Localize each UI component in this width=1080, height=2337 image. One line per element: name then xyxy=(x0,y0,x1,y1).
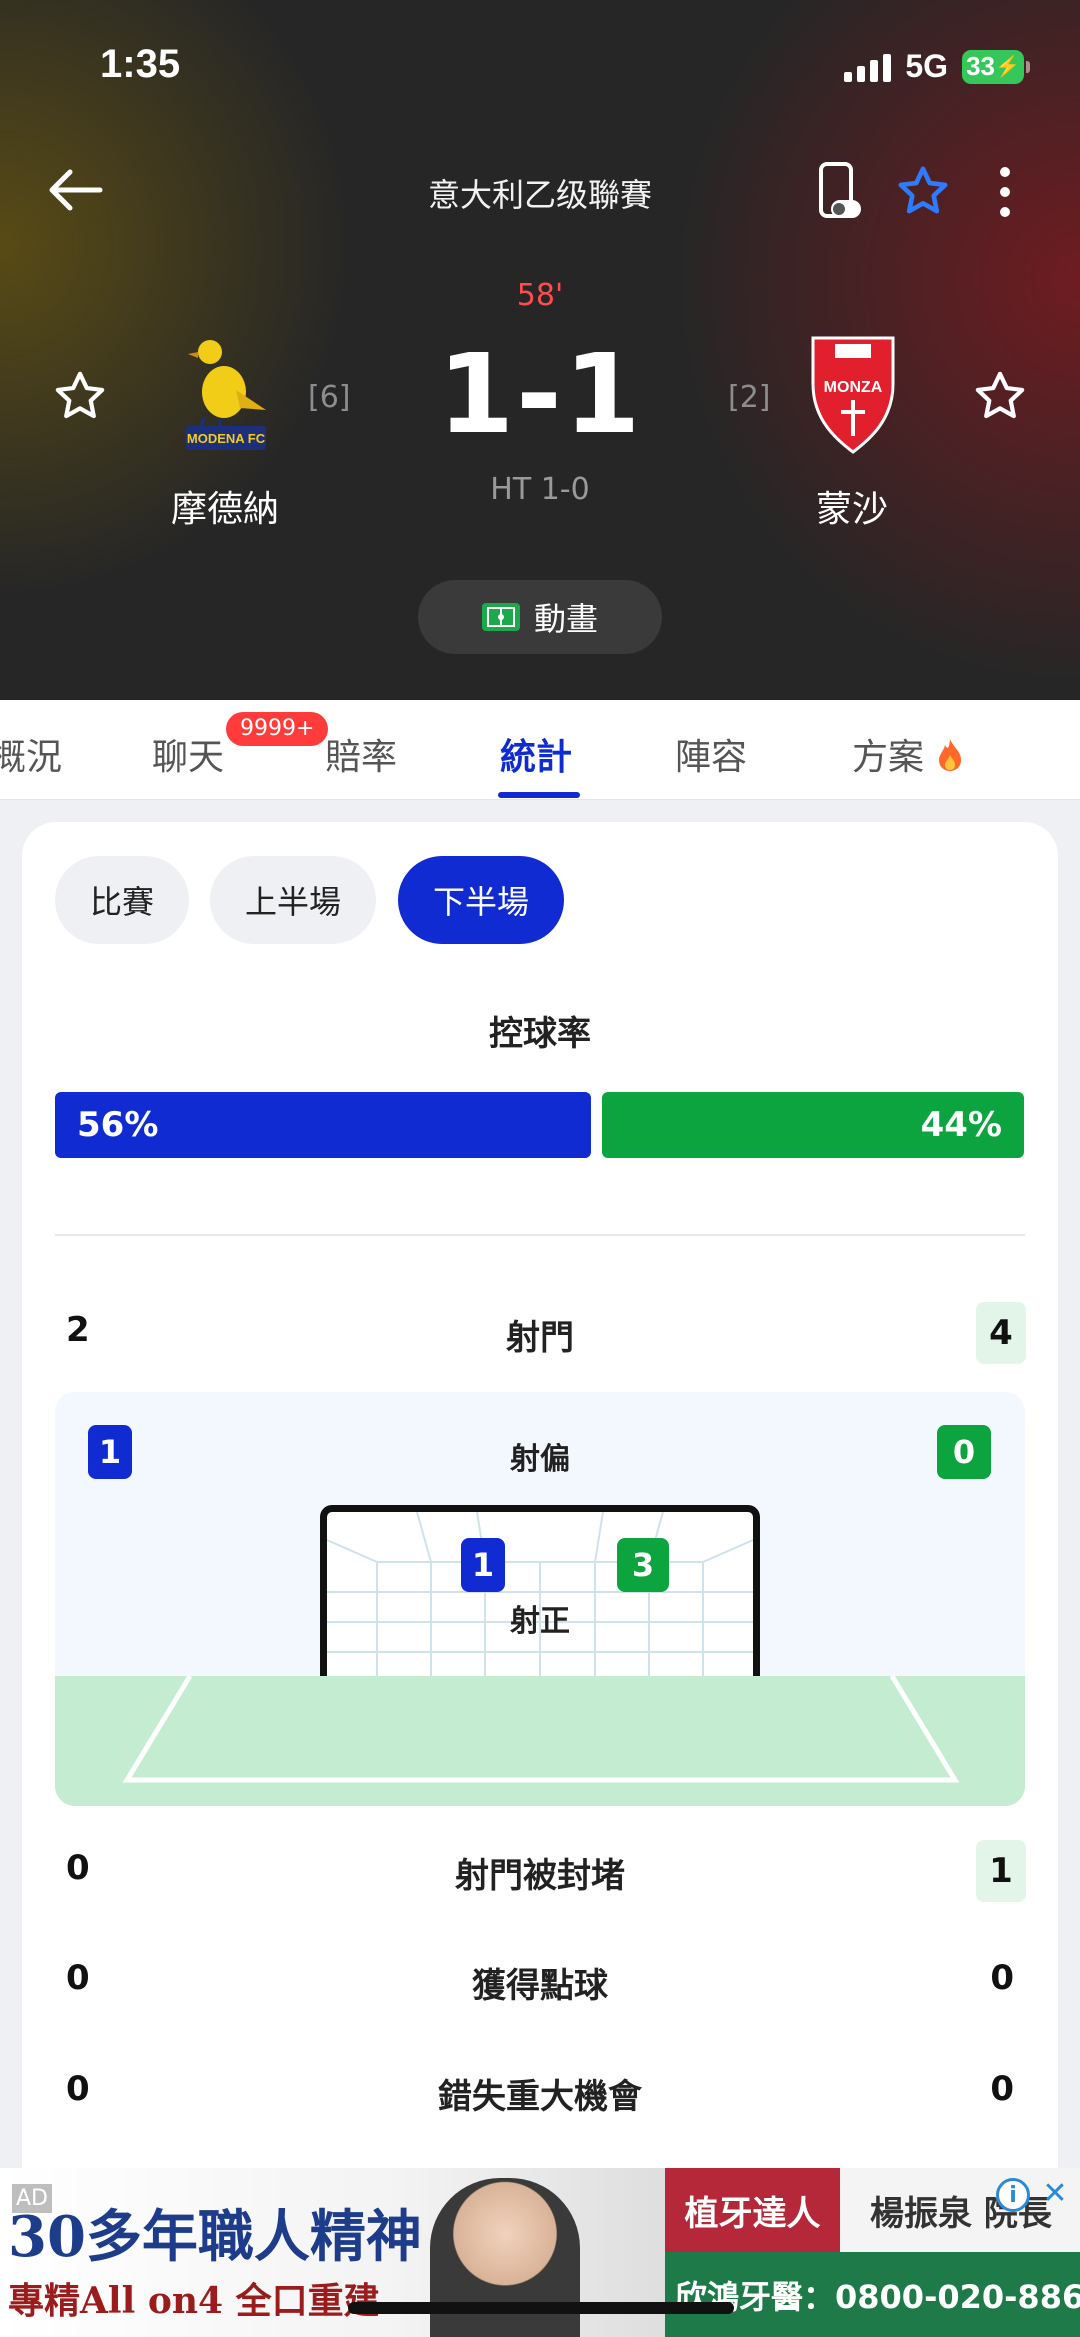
home-indicator[interactable] xyxy=(348,2302,734,2314)
fire-icon xyxy=(939,739,962,771)
star-icon xyxy=(55,371,105,419)
tab-tips-label: 方案 xyxy=(852,737,925,778)
status-time: 1:35 xyxy=(100,42,181,86)
shots-label: 射門 xyxy=(506,1318,574,1358)
favorite-match-button[interactable] xyxy=(895,163,951,219)
off-target-label: 射偏 xyxy=(510,1442,570,1477)
period-first-half[interactable]: 上半場 xyxy=(210,856,376,944)
tab-chat[interactable]: 聊天 xyxy=(152,728,224,780)
star-icon xyxy=(898,166,948,214)
favorite-away-team-button[interactable] xyxy=(972,368,1028,424)
penalties-label: 獲得點球 xyxy=(472,1966,608,2006)
ad-subline: 專精All on4 全口重建 xyxy=(8,2280,380,2322)
tab-odds[interactable]: 賠率 xyxy=(325,728,397,780)
on-target-label: 射正 xyxy=(510,1604,570,1639)
chat-count-badge: 9999+ xyxy=(226,712,329,746)
away-possession-bar: 44% xyxy=(602,1092,1024,1158)
animation-label: 動畫 xyxy=(533,600,598,638)
signal-icon xyxy=(844,52,892,82)
ad-tag: AD xyxy=(12,2184,52,2213)
off-target-away-value: 0 xyxy=(937,1425,991,1479)
more-options-button[interactable] xyxy=(990,160,1020,224)
away-team-rank: [2] xyxy=(728,380,771,415)
possession-title: 控球率 xyxy=(489,1014,591,1054)
stats-card: 比賽 上半場 下半場 控球率 56% 44% 2 射門 4 1 射偏 0 1 3… xyxy=(22,822,1058,2202)
home-team-logo[interactable]: MODENA FC xyxy=(180,330,272,458)
big-chances-label: 錯失重大機會 xyxy=(438,2077,642,2117)
home-logo-text: MODENA FC xyxy=(187,431,266,446)
ad-info-icon[interactable]: i xyxy=(996,2178,1030,2212)
shot-map: 1 射偏 0 1 3 射正 xyxy=(55,1392,1025,1806)
phone-icon xyxy=(819,162,861,218)
on-target-away-value: 3 xyxy=(617,1538,669,1592)
favorite-home-team-button[interactable] xyxy=(52,368,108,424)
more-vertical-icon xyxy=(1000,167,1010,217)
animation-button[interactable]: 動畫 xyxy=(418,580,662,654)
blocked-away-value: 1 xyxy=(976,1840,1026,1902)
status-indicators: 5G 33 ⚡ xyxy=(844,48,1030,85)
star-icon xyxy=(975,371,1025,419)
home-team-rank: [6] xyxy=(308,380,351,415)
period-full-match[interactable]: 比賽 xyxy=(55,856,189,944)
divider xyxy=(55,1234,1025,1236)
match-tabs: 概況 聊天 9999+ 賠率 統計 陣容 方案 xyxy=(0,700,1080,800)
away-logo-text: MONZA xyxy=(824,379,883,396)
battery-level: 33 xyxy=(966,51,995,81)
ad-close-icon[interactable]: ✕ xyxy=(1038,2176,1072,2211)
tab-stats[interactable]: 統計 xyxy=(500,728,572,780)
tab-tips[interactable]: 方案 xyxy=(852,728,965,780)
away-team-name[interactable]: 蒙沙 xyxy=(742,480,962,532)
goal-frame xyxy=(320,1505,760,1676)
penalties-away-value: 0 xyxy=(990,1958,1014,1998)
on-target-home-value: 1 xyxy=(461,1538,505,1592)
shield-crest-icon: MONZA xyxy=(811,336,895,454)
ad-label-implant: 植牙達人 xyxy=(665,2168,840,2252)
match-minute: 58' xyxy=(516,278,564,313)
blocked-label: 射門被封堵 xyxy=(455,1856,625,1896)
big-chances-away-value: 0 xyxy=(990,2069,1014,2109)
away-team-logo[interactable]: MONZA xyxy=(805,328,901,456)
tab-lineup[interactable]: 陣容 xyxy=(675,728,747,780)
match-header: 1:35 5G 33 ⚡ 意大利乙级聯賽 58' 1-1 HT 1-0 MODE… xyxy=(0,0,1080,700)
tab-overview[interactable]: 概況 xyxy=(0,728,62,780)
home-team-name[interactable]: 摩德納 xyxy=(110,480,340,532)
ad-phone: 欣鴻牙醫：0800-020-886 xyxy=(665,2252,1080,2337)
network-type: 5G xyxy=(905,48,948,84)
period-second-half[interactable]: 下半場 xyxy=(398,856,564,944)
home-possession-bar: 56% xyxy=(55,1092,591,1158)
canary-crest-icon: MODENA FC xyxy=(186,340,266,450)
battery-icon: 33 ⚡ xyxy=(962,49,1030,84)
goal-net-icon xyxy=(327,1512,753,1676)
active-tab-indicator xyxy=(498,792,580,798)
match-score: 1-1 xyxy=(437,330,643,458)
ad-headline: 30多年職人精神 xyxy=(8,2204,422,2270)
shots-away-value: 4 xyxy=(976,1302,1026,1364)
pitch-icon xyxy=(481,603,520,631)
phone-toggle-button[interactable] xyxy=(815,160,865,224)
